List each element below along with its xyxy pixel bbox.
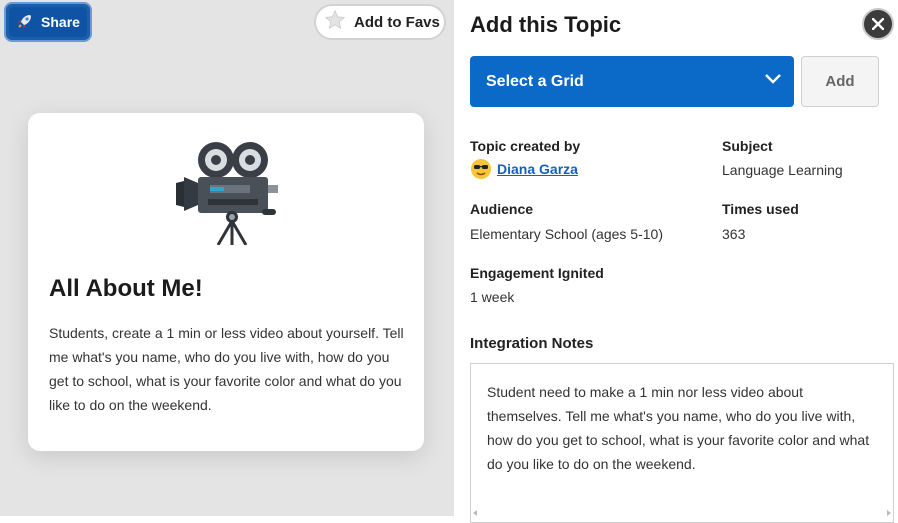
share-label: Share — [41, 14, 80, 30]
audience-value: Elementary School (ages 5-10) — [470, 226, 663, 242]
creator-label: Topic created by — [470, 138, 581, 154]
engagement-label: Engagement Ignited — [470, 265, 604, 281]
video-camera-icon — [176, 142, 278, 245]
rocket-icon — [16, 12, 34, 33]
integration-notes-box[interactable]: Student need to make a 1 min nor less vi… — [470, 363, 894, 523]
close-button[interactable] — [862, 8, 894, 40]
horizontal-scrollbar[interactable] — [471, 510, 893, 516]
left-pane: Share Add to Favs All About Me! Students… — [0, 0, 454, 516]
sunglasses-emoji-icon — [471, 159, 491, 179]
audience-label: Audience — [470, 201, 534, 217]
times-used-value: 363 — [722, 226, 746, 242]
close-icon — [872, 18, 884, 30]
integration-notes-label: Integration Notes — [470, 335, 594, 352]
add-button[interactable]: Add — [801, 56, 879, 107]
creator: Diana Garza — [470, 158, 578, 180]
star-icon — [324, 9, 346, 35]
card-title: All About Me! — [49, 275, 203, 302]
favs-label: Add to Favs — [354, 13, 440, 31]
subject-label: Subject — [722, 138, 773, 154]
subject-value: Language Learning — [722, 162, 843, 178]
add-topic-panel: Add this Topic Select a Grid Add Topic c… — [454, 0, 898, 523]
engagement-value: 1 week — [470, 289, 515, 305]
times-used-label: Times used — [722, 201, 799, 217]
chevron-down-icon — [765, 74, 781, 84]
select-grid-dropdown[interactable]: Select a Grid — [470, 56, 794, 107]
add-to-favs-button[interactable]: Add to Favs — [314, 4, 446, 40]
creator-link[interactable]: Diana Garza — [497, 161, 578, 177]
select-grid-label: Select a Grid — [486, 72, 584, 90]
topic-card: All About Me! Students, create a 1 min o… — [28, 113, 424, 451]
card-description: Students, create a 1 min or less video a… — [49, 325, 404, 413]
share-button[interactable]: Share — [4, 2, 92, 42]
integration-notes-text: Student need to make a 1 min nor less vi… — [487, 384, 870, 472]
panel-title: Add this Topic — [470, 12, 622, 37]
